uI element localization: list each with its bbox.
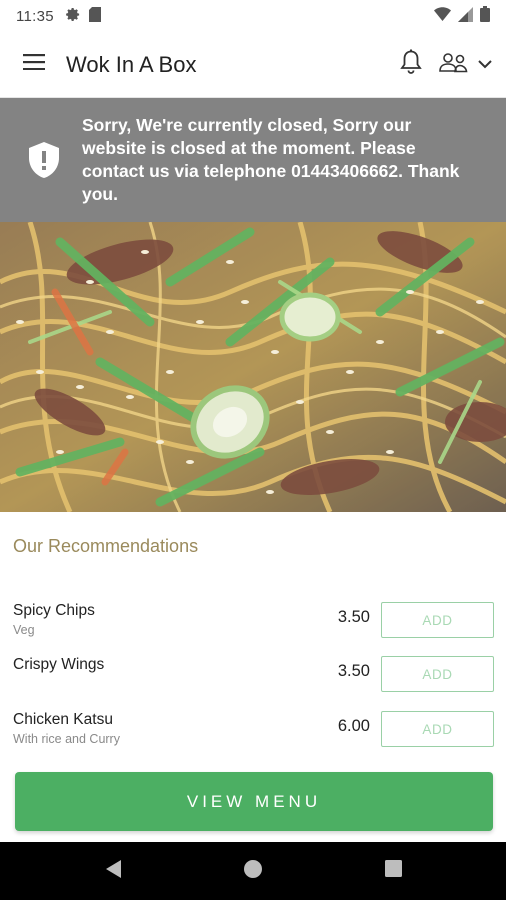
view-menu-button[interactable]: VIEW MENU [15, 772, 493, 831]
closed-notice-banner: Sorry, We're currently closed, Sorry our… [0, 98, 506, 222]
item-name: Chicken Katsu [13, 711, 113, 728]
recommendation-item: Chicken Katsu With rice and Curry 6.00 A… [0, 711, 506, 759]
signal-icon [458, 6, 473, 26]
back-icon [104, 859, 122, 884]
item-price: 3.50 [337, 662, 370, 680]
item-description: Veg [13, 623, 35, 637]
recommendation-item: Spicy Chips Veg 3.50 ADD [0, 602, 506, 650]
item-price: 6.00 [337, 717, 370, 735]
item-name: Spicy Chips [13, 602, 95, 619]
home-button[interactable] [183, 842, 323, 900]
status-bar: 11:35 [0, 0, 506, 32]
item-name: Crispy Wings [13, 656, 105, 673]
sim-card-icon [88, 6, 101, 26]
app-bar: Wok In A Box [0, 32, 506, 98]
home-icon [243, 859, 263, 884]
add-button[interactable]: ADD [381, 602, 494, 638]
add-button[interactable]: ADD [381, 656, 494, 692]
bell-icon [400, 49, 422, 80]
account-icon [438, 51, 470, 78]
battery-icon [480, 6, 490, 26]
menu-icon [23, 54, 45, 75]
hero-food-image [0, 222, 506, 512]
back-button[interactable] [43, 842, 183, 900]
add-button[interactable]: ADD [381, 711, 494, 747]
menu-button[interactable] [16, 47, 52, 83]
settings-icon [66, 7, 81, 26]
recents-icon [384, 860, 402, 882]
recommendation-item: Crispy Wings 3.50 ADD [0, 656, 506, 704]
chevron-down-icon [478, 56, 492, 74]
item-price: 3.50 [337, 608, 370, 626]
app-title: Wok In A Box [66, 51, 197, 77]
wifi-icon [434, 7, 451, 25]
recommendations-title: Our Recommendations [13, 536, 199, 556]
closed-notice-text: Sorry, We're currently closed, Sorry our… [82, 115, 460, 204]
account-menu-button[interactable] [438, 48, 492, 82]
recents-button[interactable] [323, 842, 463, 900]
item-description: With rice and Curry [13, 732, 120, 746]
system-navigation-bar [0, 842, 506, 900]
notifications-button[interactable] [394, 48, 428, 82]
shield-alert-icon [29, 142, 59, 178]
status-time: 11:35 [16, 7, 54, 25]
